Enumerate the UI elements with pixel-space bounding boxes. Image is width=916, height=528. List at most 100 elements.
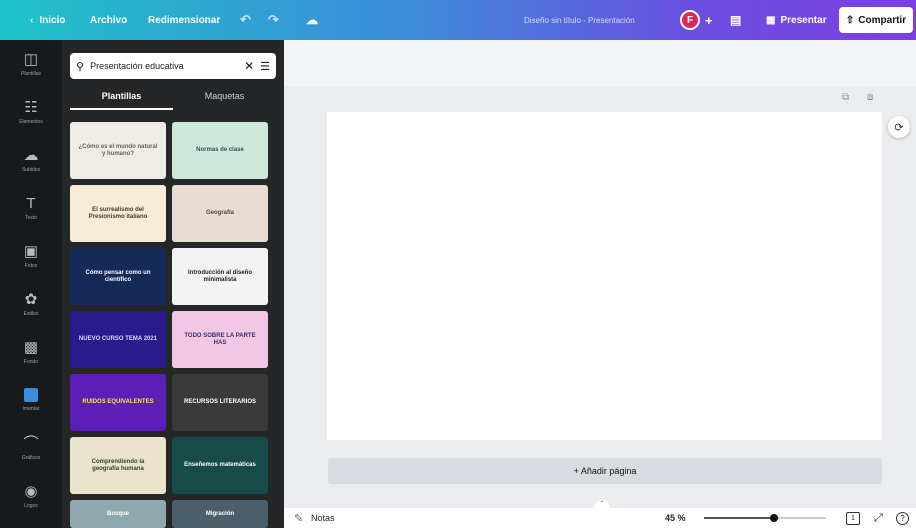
background-icon: ▩ (23, 338, 39, 356)
template-title: NUEVO CURSO TEMA 2021 (78, 336, 158, 342)
bottom-bar: ✎ Notas 45 % 1 ⤢ ? (284, 508, 916, 528)
cloud-sync-icon[interactable]: ☁ (306, 0, 318, 40)
zoom-slider-track[interactable] (704, 514, 826, 522)
file-menu-button[interactable]: Archivo (84, 0, 133, 40)
rail-item-charts[interactable]: ⌒ Gráficos (0, 424, 62, 472)
rail-item-logos[interactable]: ◉ Logos (0, 472, 62, 520)
rail-label: Fotos (24, 262, 38, 269)
notes-icon[interactable]: ✎ (294, 512, 303, 525)
template-thumbnail[interactable]: ¿Cómo es el mundo natural y humano? (70, 122, 166, 179)
design-page[interactable] (327, 112, 882, 440)
templates-panel: ⚲ ✕ ☰ Plantillas Maquetas ¿Cómo es el mu… (62, 40, 284, 528)
template-title: Bosque (106, 510, 129, 517)
clear-icon[interactable]: ✕ (244, 59, 254, 73)
undo-icon[interactable]: ↶ (240, 0, 251, 40)
template-thumbnail[interactable]: Comprendiendo la geografía humana (70, 437, 166, 494)
logo-icon: ◉ (24, 482, 38, 500)
share-icon: ⇧ (845, 14, 855, 26)
template-title: Normas de clase (196, 147, 244, 153)
template-thumbnail[interactable]: Cómo pensar como un científico (70, 248, 166, 305)
tab-templates[interactable]: Plantillas (70, 86, 173, 110)
rail-label: Subidos (21, 166, 41, 173)
notes-button[interactable]: Notas (311, 513, 335, 523)
template-title: Geografía (205, 210, 234, 216)
rail-item-uploads-2[interactable]: Imentar (0, 376, 62, 424)
present-icon: ▦ (766, 14, 776, 26)
template-thumbnail[interactable]: Geografía (172, 185, 268, 242)
rail-item-elements[interactable]: ☷ Elementos (0, 88, 62, 136)
fullscreen-icon[interactable]: ⤢ (874, 512, 883, 525)
zoom-readout[interactable]: 45 % (665, 513, 686, 523)
uploads-icon (24, 388, 38, 402)
search-box[interactable]: ⚲ ✕ ☰ (70, 53, 276, 79)
template-thumbnail[interactable]: Bosque (70, 500, 166, 528)
avatar[interactable]: F (680, 10, 700, 30)
page-count-button[interactable]: 1 (846, 511, 860, 525)
rail-item-templates[interactable]: ◫ Plantillas (0, 40, 62, 88)
charts-icon: ⌒ (23, 434, 39, 452)
template-title: El surrealismo del Presionismo italiano (88, 206, 148, 220)
zoom-slider-thumb[interactable] (770, 514, 778, 522)
rail-item-photos[interactable]: ▣ Fotos (0, 232, 62, 280)
avatar-wrap[interactable]: F (680, 0, 700, 40)
copy-page-icon[interactable]: ⧉ (842, 92, 849, 103)
template-title: Comprendiendo la geografía humana (91, 458, 145, 472)
elements-icon: ☷ (24, 98, 38, 116)
tab-layouts[interactable]: Maquetas (173, 86, 276, 110)
search-input[interactable] (90, 61, 211, 71)
template-thumbnail[interactable]: El surrealismo del Presionismo italiano (70, 185, 166, 242)
home-button[interactable]: ‹ Inicio (24, 0, 71, 40)
template-title: RECURSOS LITERARIOS (183, 399, 256, 405)
photos-icon: ▣ (23, 242, 39, 260)
add-collaborator-button[interactable]: + (705, 0, 713, 40)
template-thumbnail[interactable]: RECURSOS LITERARIOS (172, 374, 268, 431)
present-label: Presentar (780, 14, 827, 26)
text-icon: T (26, 194, 36, 212)
rail-label: Gráficos (21, 454, 41, 461)
template-title: RUIDOS EQUIVALENTES (82, 399, 154, 405)
rail-item-text[interactable]: T Texto (0, 184, 62, 232)
template-thumbnail[interactable]: TODO SOBRE LA PARTE HAS (172, 311, 268, 368)
rail-item-styles[interactable]: ✿ Estilos (0, 280, 62, 328)
present-button[interactable]: ▦ Presentar (760, 0, 833, 40)
upload-icon: ☁ (23, 146, 39, 164)
canvas-top-strip (284, 40, 916, 86)
share-label: Compartir (858, 14, 907, 26)
template-thumbnail[interactable]: Introducción al diseño minimalista (172, 248, 268, 305)
template-title: ¿Cómo es el mundo natural y humano? (78, 143, 158, 157)
home-label: Inicio (39, 14, 66, 26)
rail-label: Plantillas (20, 70, 41, 77)
rail-label: Imentar (22, 406, 40, 412)
template-thumbnail[interactable]: Enseñemos matemáticas (172, 437, 268, 494)
rail-item-background[interactable]: ▩ Fondo (0, 328, 62, 376)
rail-label: Fondo (23, 358, 39, 365)
template-thumbnail[interactable]: Migración (172, 500, 268, 528)
template-title: Migración (205, 510, 235, 517)
document-title[interactable]: Diseño sin título - Presentación (524, 0, 635, 40)
template-thumbnail[interactable]: RUIDOS EQUIVALENTES (70, 374, 166, 431)
analytics-icon[interactable]: ▤ (730, 0, 741, 40)
template-thumbnail[interactable]: Normas de clase (172, 122, 268, 179)
template-title: Introducción al diseño minimalista (187, 269, 252, 283)
template-title: Cómo pensar como un científico (85, 269, 151, 283)
rail-item-uploads[interactable]: ☁ Subidos (0, 136, 62, 184)
pages-toggle-icon[interactable]: ⌃ (594, 500, 610, 508)
resize-button[interactable]: Redimensionar (142, 0, 226, 40)
template-thumbnail[interactable]: NUEVO CURSO TEMA 2021 (70, 311, 166, 368)
canvas-area: ⧉ ⧈ ⟳ + Añadir página ⌃ ✎ Notas 45 % 1 ⤢… (284, 40, 916, 528)
zoom-slider-fill (704, 517, 774, 519)
add-page-icon[interactable]: ⧈ (867, 92, 873, 103)
redo-icon[interactable]: ↷ (268, 0, 279, 40)
add-page-button[interactable]: + Añadir página (328, 458, 882, 484)
top-bar: ‹ Inicio Archivo Redimensionar ↶ ↷ ☁ Dis… (0, 0, 916, 40)
template-icon: ◫ (23, 50, 39, 68)
rail-label: Logos (24, 502, 38, 509)
styles-icon: ✿ (24, 290, 38, 308)
share-button[interactable]: ⇧ Compartir (839, 7, 913, 33)
rotate-icon[interactable]: ⟳ (888, 116, 910, 138)
help-icon[interactable]: ? (896, 511, 909, 525)
panel-tabs: Plantillas Maquetas (70, 86, 276, 110)
rail-label: Texto (25, 214, 37, 221)
side-rail: ◫ Plantillas ☷ Elementos ☁ Subidos T Tex… (0, 40, 62, 528)
filter-icon[interactable]: ☰ (260, 60, 270, 73)
